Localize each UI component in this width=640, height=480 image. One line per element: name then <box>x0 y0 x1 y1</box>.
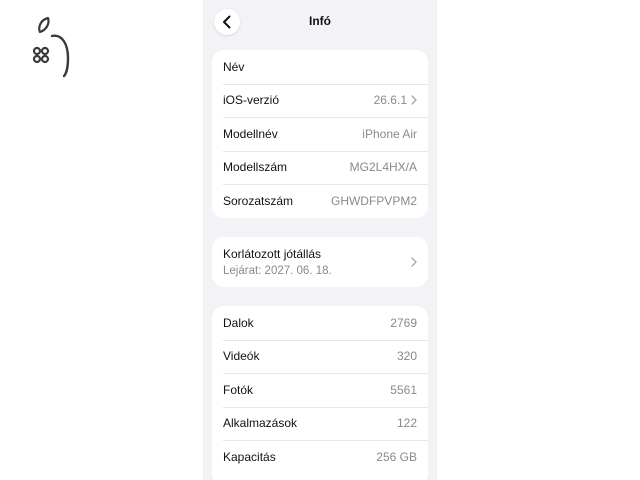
warranty-row[interactable]: Korlátozott jótállás Lejárat: 2027. 06. … <box>212 237 428 287</box>
warranty-group[interactable]: Korlátozott jótállás Lejárat: 2027. 06. … <box>212 237 428 287</box>
row-label: Alkalmazások <box>223 416 298 431</box>
row-value: 320 <box>396 349 417 364</box>
chevron-right-icon <box>411 257 417 267</box>
row-value: 122 <box>396 416 417 431</box>
settings-screen: Infó Név iOS-verzió 26.6.1 Modellnév iPh… <box>203 0 437 480</box>
row-value: 256 GB <box>376 449 417 464</box>
row-ios-version[interactable]: iOS-verzió 26.6.1 <box>212 83 428 118</box>
row-value: 26.6.1 <box>373 93 407 108</box>
row-videos: Videók 320 <box>212 339 428 374</box>
row-label: Dalok <box>223 315 254 330</box>
row-label: Videók <box>223 349 260 364</box>
apple-command-logo-icon <box>32 16 70 78</box>
row-photos: Fotók 5561 <box>212 373 428 407</box>
row-value: MG2L4HX/A <box>349 160 417 175</box>
page-title: Infó <box>309 14 331 28</box>
row-label: Sorozatszám <box>223 193 294 208</box>
row-value: GHWDFPVPM2 <box>330 193 417 208</box>
row-model-number[interactable]: Modellszám MG2L4HX/A <box>212 150 428 185</box>
navigation-bar: Infó <box>203 0 437 44</box>
warranty-title: Korlátozott jótállás <box>223 247 322 261</box>
row-label: Modellnév <box>223 126 278 141</box>
row-label: Modellszám <box>223 160 288 175</box>
row-value: 5561 <box>390 382 417 397</box>
row-value-wrap: 26.6.1 <box>374 93 417 107</box>
row-songs: Dalok 2769 <box>212 306 428 340</box>
chevron-right-icon <box>411 95 417 105</box>
row-label: Kapacitás <box>223 449 276 464</box>
warranty-expiry: Lejárat: 2027. 06. 18. <box>223 265 332 277</box>
row-value: 2769 <box>390 315 417 330</box>
row-label: iOS-verzió <box>223 93 280 108</box>
row-capacity: Kapacitás 256 GB <box>212 440 428 474</box>
row-applications: Alkalmazások 122 <box>212 406 428 441</box>
row-label: Név <box>223 59 245 74</box>
row-label: Fotók <box>223 382 254 397</box>
row-model-name: Modellnév iPhone Air <box>212 117 428 151</box>
device-info-group: Név iOS-verzió 26.6.1 Modellnév iPhone A… <box>212 50 428 218</box>
warranty-text: Korlátozott jótállás Lejárat: 2027. 06. … <box>223 247 332 277</box>
row-name[interactable]: Név <box>212 50 428 84</box>
row-value: iPhone Air <box>362 126 417 141</box>
row-serial-number[interactable]: Sorozatszám GHWDFPVPM2 <box>212 184 428 218</box>
media-info-group: Dalok 2769 Videók 320 Fotók 5561 Alkalma… <box>212 306 428 480</box>
